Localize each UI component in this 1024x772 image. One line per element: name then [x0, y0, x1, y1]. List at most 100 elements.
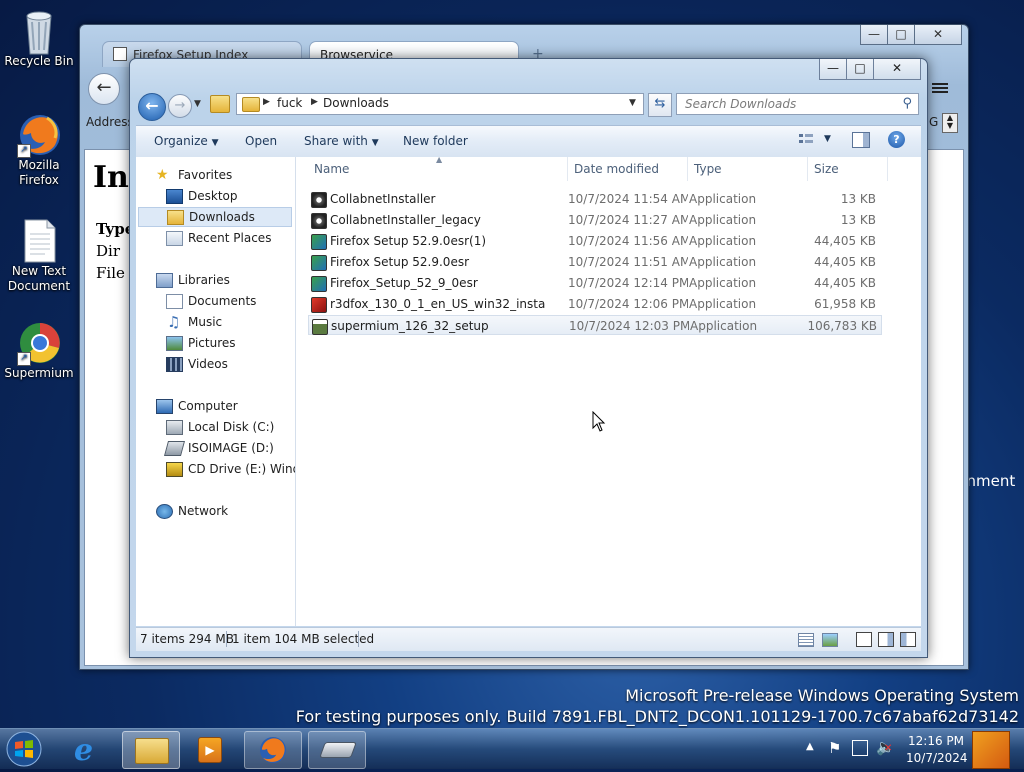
nav-libraries[interactable]: Libraries: [136, 270, 295, 290]
address-bar[interactable]: ▶ fuck ▶ Downloads ▼: [236, 93, 644, 115]
file-row[interactable]: CollabnetInstaller_legacy 10/7/2024 11:27…: [308, 210, 882, 230]
nav-network[interactable]: Network: [136, 501, 295, 521]
file-row[interactable]: r3dfox_130_0_1_en_US_win32_insta 10/7/202…: [308, 294, 882, 314]
desktop-icon-supermium[interactable]: ↗ Supermium: [2, 320, 76, 381]
installer-gear-icon: [311, 192, 327, 208]
refresh-button[interactable]: ⇆: [648, 93, 672, 117]
view-dropdown-icon[interactable]: ▼: [824, 134, 831, 144]
column-header-name[interactable]: Name ▲: [308, 155, 568, 181]
address-bar-label: Address: [86, 115, 134, 129]
column-header-size[interactable]: Size: [808, 157, 888, 181]
desktop-icon-firefox[interactable]: ↗ Mozilla Firefox: [2, 112, 76, 188]
media-player-icon: ▶: [198, 737, 222, 763]
organize-button[interactable]: Organize ▼: [154, 134, 219, 148]
nav-computer[interactable]: Computer: [136, 396, 295, 416]
back-button[interactable]: ←: [88, 73, 120, 105]
details-view-icon[interactable]: [798, 633, 814, 647]
thumbnail-view-icon[interactable]: [822, 633, 838, 647]
close-button[interactable]: ✕: [873, 59, 921, 80]
file-row[interactable]: Firefox_Setup_52_9_0esr 10/7/2024 12:14 P…: [308, 273, 882, 293]
explorer-window: — □ ✕ ← → ▼ ▶ fuck ▶ Downloads ▼ ⇆ Searc…: [129, 58, 928, 658]
clock-time[interactable]: 12:16 PM: [908, 734, 964, 748]
pictures-icon: [166, 336, 183, 351]
r3dfox-icon: [311, 297, 327, 313]
network-tray-icon[interactable]: [852, 740, 868, 756]
file-row[interactable]: supermium_126_32_setup 10/7/2024 12:03 PM…: [308, 315, 882, 335]
open-button[interactable]: Open: [245, 134, 277, 148]
action-center-flag-icon[interactable]: ⚑: [828, 739, 841, 757]
file-list: Name ▲ Date modified Type Size CollabnetI…: [296, 155, 921, 626]
taskbar-explorer[interactable]: [122, 731, 180, 769]
nav-videos[interactable]: Videos: [136, 354, 295, 374]
taskbar: e ▶ ▲ ⚑ 🔈 ✕ 12:16 PM 10/7/2024: [0, 728, 1024, 769]
taskbar-firefox[interactable]: [244, 731, 302, 769]
volume-muted-icon[interactable]: 🔈 ✕: [876, 738, 895, 756]
minimize-button[interactable]: —: [860, 25, 888, 45]
desktop-icon-recycle-bin[interactable]: Recycle Bin: [2, 8, 76, 69]
file-size: 13 KB: [840, 192, 876, 206]
column-header-date[interactable]: Date modified: [568, 157, 688, 181]
layout-icon-3[interactable]: [900, 632, 916, 647]
file-size: 44,405 KB: [814, 234, 876, 248]
nav-downloads[interactable]: Downloads: [138, 207, 292, 227]
layout-icon-2[interactable]: [878, 632, 894, 647]
file-date: 10/7/2024 11:54 AM: [568, 192, 688, 206]
new-folder-button[interactable]: New folder: [403, 134, 468, 148]
sort-indicator-icon: ▲: [436, 155, 443, 164]
spinner-control[interactable]: ▲ ▼: [942, 113, 958, 133]
nav-isoimage[interactable]: ISOIMAGE (D:): [136, 438, 295, 458]
nav-documents[interactable]: Documents: [136, 291, 295, 311]
breadcrumb-item[interactable]: Downloads: [323, 96, 389, 110]
file-size: 44,405 KB: [814, 255, 876, 269]
file-size: 106,783 KB: [807, 319, 877, 333]
forward-button[interactable]: →: [168, 94, 192, 118]
recent-pages-dropdown[interactable]: ▼: [194, 99, 201, 109]
show-hidden-icons-button[interactable]: ▲: [806, 741, 814, 752]
desktop-icon-label: New Text Document: [7, 264, 71, 293]
minimize-button[interactable]: —: [819, 59, 847, 80]
share-with-button[interactable]: Share with ▼: [304, 134, 379, 148]
address-dropdown-icon[interactable]: ▼: [629, 98, 636, 108]
layout-icon-1[interactable]: [856, 632, 872, 647]
firefox-icon: ↗: [17, 112, 61, 158]
file-row[interactable]: CollabnetInstaller 10/7/2024 11:54 AM Appl…: [308, 189, 882, 209]
show-desktop-button[interactable]: [972, 731, 1010, 769]
nav-recent-places[interactable]: Recent Places: [136, 228, 295, 248]
file-type: Application: [689, 276, 757, 290]
file-row[interactable]: Firefox Setup 52.9.0esr(1) 10/7/2024 11:5…: [308, 231, 882, 251]
setup-box-icon: [311, 276, 327, 292]
maximize-button[interactable]: □: [887, 25, 915, 45]
taskbar-media-player[interactable]: ▶: [182, 731, 238, 767]
nav-local-disk[interactable]: Local Disk (C:): [136, 417, 295, 437]
desktop-icon-new-text-document[interactable]: New Text Document: [2, 218, 76, 294]
folder-icon: [242, 97, 260, 112]
back-button[interactable]: ←: [138, 93, 166, 121]
close-button[interactable]: ✕: [914, 25, 962, 45]
breadcrumb-item[interactable]: fuck: [277, 96, 302, 110]
nav-pictures[interactable]: Pictures: [136, 333, 295, 353]
column-header-type[interactable]: Type: [688, 157, 808, 181]
folder-icon: [135, 738, 169, 764]
music-icon: ♫: [167, 313, 181, 331]
nav-music[interactable]: ♫ Music: [136, 312, 295, 332]
preview-pane-icon[interactable]: [852, 132, 870, 148]
menu-button[interactable]: [932, 81, 948, 95]
file-row[interactable]: Firefox Setup 52.9.0esr 10/7/2024 11:51 A…: [308, 252, 882, 272]
nav-desktop[interactable]: Desktop: [136, 186, 295, 206]
table-row-label: File: [96, 264, 125, 282]
nav-favorites[interactable]: ★ Favorites: [136, 165, 295, 185]
status-item-count: 7 items 294 MB: [140, 632, 234, 646]
up-folder-icon[interactable]: [210, 95, 230, 113]
star-icon: ★: [156, 167, 169, 183]
change-view-icon[interactable]: [798, 132, 814, 146]
clock-date[interactable]: 10/7/2024: [906, 751, 968, 765]
start-button[interactable]: [4, 729, 50, 769]
file-name: CollabnetInstaller: [330, 192, 436, 206]
libraries-icon: [156, 273, 173, 288]
taskbar-drive[interactable]: [308, 731, 366, 769]
nav-cd-drive[interactable]: CD Drive (E:) Windows: [136, 459, 295, 479]
help-icon[interactable]: ?: [888, 131, 905, 148]
maximize-button[interactable]: □: [846, 59, 874, 80]
search-input[interactable]: Search Downloads ⚲: [676, 93, 919, 115]
taskbar-internet-explorer[interactable]: e: [62, 731, 118, 768]
